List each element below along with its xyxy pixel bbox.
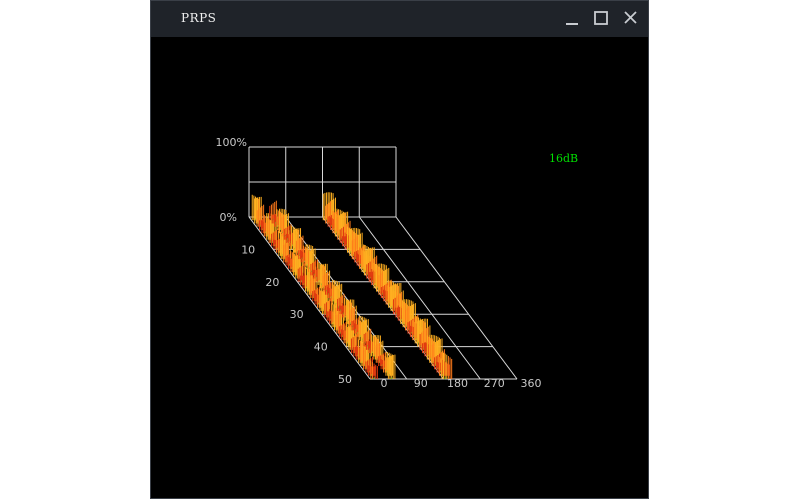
- prps-chart: 16dB 100% 0% 0 90 180 270 360 10 20 30 40 50: [216, 136, 579, 390]
- phase-axis-label: 360: [521, 377, 542, 390]
- amplitude-readout: 16dB: [549, 152, 578, 165]
- minimize-icon: [566, 23, 578, 25]
- chart-bars: [251, 192, 453, 380]
- close-icon: [624, 11, 637, 24]
- phase-axis-label: 90: [414, 377, 428, 390]
- cycle-axis-label: 30: [290, 308, 304, 321]
- phase-axis-label: 0: [381, 377, 388, 390]
- y-axis-label-min: 0%: [220, 211, 237, 224]
- close-button[interactable]: [619, 7, 641, 29]
- cycle-axis-label: 40: [314, 341, 328, 354]
- title-bar[interactable]: PRPS: [151, 1, 648, 37]
- minimize-button[interactable]: [561, 7, 583, 29]
- grid-floor-phase-line: [395, 216, 518, 380]
- cycle-axis-label: 10: [241, 243, 255, 256]
- y-axis-label-max: 100%: [216, 136, 247, 149]
- window-title: PRPS: [181, 11, 217, 25]
- maximize-icon: [594, 11, 608, 25]
- cycle-axis-label: 20: [265, 276, 279, 289]
- maximize-button[interactable]: [590, 7, 612, 29]
- cycle-axis-label: 50: [338, 373, 352, 386]
- phase-axis-label: 270: [484, 377, 505, 390]
- prps-window: PRPS 16dB 100% 0% 0 90 180 270 360 10 20 30 40 50: [150, 0, 649, 499]
- phase-axis-label: 180: [447, 377, 468, 390]
